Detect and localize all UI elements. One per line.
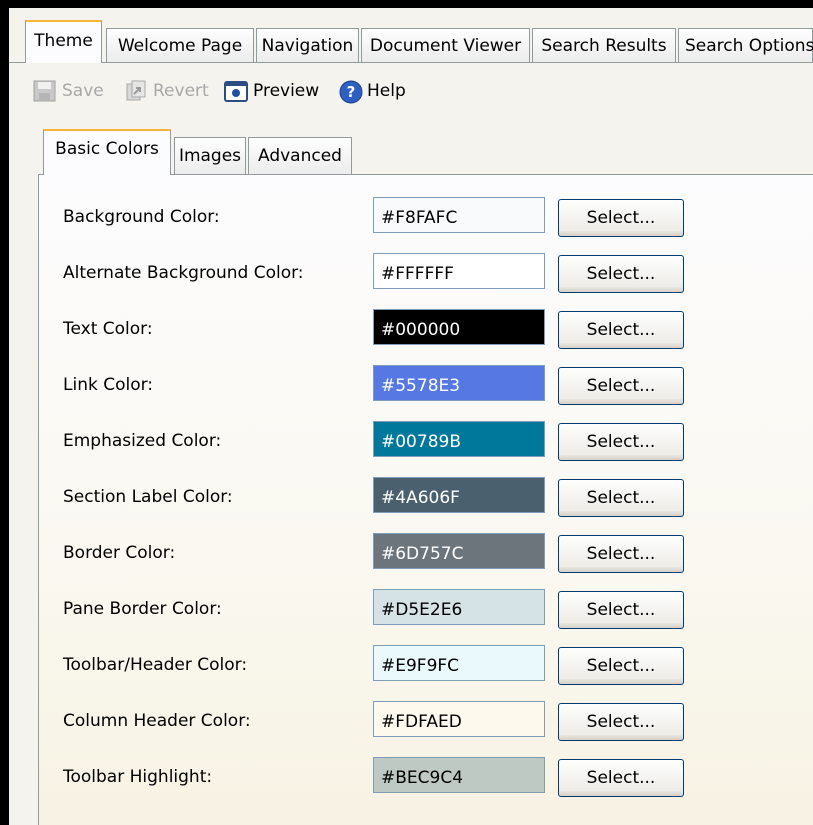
- tab-images[interactable]: Images: [174, 137, 246, 174]
- color-label: Link Color:: [63, 375, 154, 395]
- toolbar: Save Revert Preview ? Help: [9, 63, 813, 118]
- svg-text:?: ?: [347, 83, 356, 101]
- select-color-button[interactable]: Select...: [558, 367, 684, 405]
- color-value-field[interactable]: [373, 645, 545, 681]
- preview-label: Preview: [253, 81, 320, 101]
- revert-icon: [124, 80, 148, 102]
- tab-theme[interactable]: Theme: [25, 20, 102, 63]
- color-row: Column Header Color: Select...: [39, 701, 813, 741]
- color-row: Section Label Color: Select...: [39, 477, 813, 517]
- color-label: Background Color:: [63, 207, 220, 227]
- save-button[interactable]: Save: [33, 78, 104, 104]
- color-row: Emphasized Color: Select...: [39, 421, 813, 461]
- tab-search-results[interactable]: Search Results: [532, 28, 676, 62]
- select-color-button[interactable]: Select...: [558, 759, 684, 797]
- floppy-disk-icon: [33, 80, 57, 102]
- color-row: Link Color: Select...: [39, 365, 813, 405]
- theme-editor-window: Theme Welcome Page Navigation Document V…: [9, 8, 813, 825]
- color-label: Text Color:: [63, 319, 153, 339]
- tab-label: Search Results: [541, 35, 667, 56]
- color-label: Emphasized Color:: [63, 431, 222, 451]
- select-color-button[interactable]: Select...: [558, 703, 684, 741]
- preview-button[interactable]: Preview: [224, 78, 319, 104]
- color-value-field[interactable]: [373, 589, 545, 625]
- color-label: Pane Border Color:: [63, 599, 222, 619]
- select-color-button[interactable]: Select...: [558, 479, 684, 517]
- tab-document-viewer[interactable]: Document Viewer: [361, 28, 530, 62]
- tab-label: Advanced: [258, 146, 342, 166]
- select-color-button[interactable]: Select...: [558, 311, 684, 349]
- tab-advanced[interactable]: Advanced: [248, 137, 352, 174]
- tab-label: Images: [178, 146, 242, 166]
- tab-welcome-page[interactable]: Welcome Page: [106, 28, 254, 62]
- color-label: Border Color:: [63, 543, 176, 563]
- tab-label: Welcome Page: [117, 35, 243, 56]
- select-color-button[interactable]: Select...: [558, 255, 684, 293]
- tab-navigation[interactable]: Navigation: [256, 28, 359, 62]
- color-tab-strip: Basic Colors Images Advanced: [38, 127, 813, 175]
- color-row: Toolbar Highlight: Select...: [39, 757, 813, 797]
- basic-colors-panel: Background Color: Select... Alternate Ba…: [38, 175, 813, 825]
- help-label: Help: [367, 81, 406, 101]
- color-row: Toolbar/Header Color: Select...: [39, 645, 813, 685]
- color-row: Alternate Background Color: Select...: [39, 253, 813, 293]
- color-value-field[interactable]: [373, 197, 545, 233]
- color-row: Background Color: Select...: [39, 197, 813, 237]
- color-value-field[interactable]: [373, 365, 545, 401]
- tab-basic-colors[interactable]: Basic Colors: [43, 129, 171, 175]
- color-value-field[interactable]: [373, 757, 545, 793]
- save-label: Save: [62, 81, 104, 101]
- select-color-button[interactable]: Select...: [558, 647, 684, 685]
- color-row: Text Color: Select...: [39, 309, 813, 349]
- revert-button[interactable]: Revert: [124, 78, 209, 104]
- select-color-button[interactable]: Select...: [558, 423, 684, 461]
- select-color-button[interactable]: Select...: [558, 535, 684, 573]
- color-row: Pane Border Color: Select...: [39, 589, 813, 629]
- select-color-button[interactable]: Select...: [558, 591, 684, 629]
- main-tab-strip: Theme Welcome Page Navigation Document V…: [9, 8, 813, 63]
- tab-label: Search Options: [685, 35, 813, 56]
- color-label: Column Header Color:: [63, 711, 251, 731]
- color-value-field[interactable]: [373, 421, 545, 457]
- preview-window-icon: [224, 80, 248, 102]
- color-label: Toolbar Highlight:: [63, 767, 213, 787]
- color-value-field[interactable]: [373, 253, 545, 289]
- color-value-field[interactable]: [373, 701, 545, 737]
- tab-label: Theme: [34, 31, 93, 51]
- revert-label: Revert: [153, 81, 209, 101]
- tab-search-options[interactable]: Search Options: [678, 28, 813, 62]
- select-color-button[interactable]: Select...: [558, 199, 684, 237]
- tab-label: Document Viewer: [369, 35, 522, 56]
- color-value-field[interactable]: [373, 309, 545, 345]
- color-row: Border Color: Select...: [39, 533, 813, 573]
- color-label: Alternate Background Color:: [63, 263, 304, 283]
- tab-label: Navigation: [261, 35, 354, 56]
- help-icon: ?: [339, 80, 365, 104]
- color-value-field[interactable]: [373, 533, 545, 569]
- color-label: Toolbar/Header Color:: [63, 655, 248, 675]
- color-value-field[interactable]: [373, 477, 545, 513]
- help-button[interactable]: ? Help: [339, 78, 406, 104]
- color-label: Section Label Color:: [63, 487, 233, 507]
- tab-label: Basic Colors: [55, 139, 159, 159]
